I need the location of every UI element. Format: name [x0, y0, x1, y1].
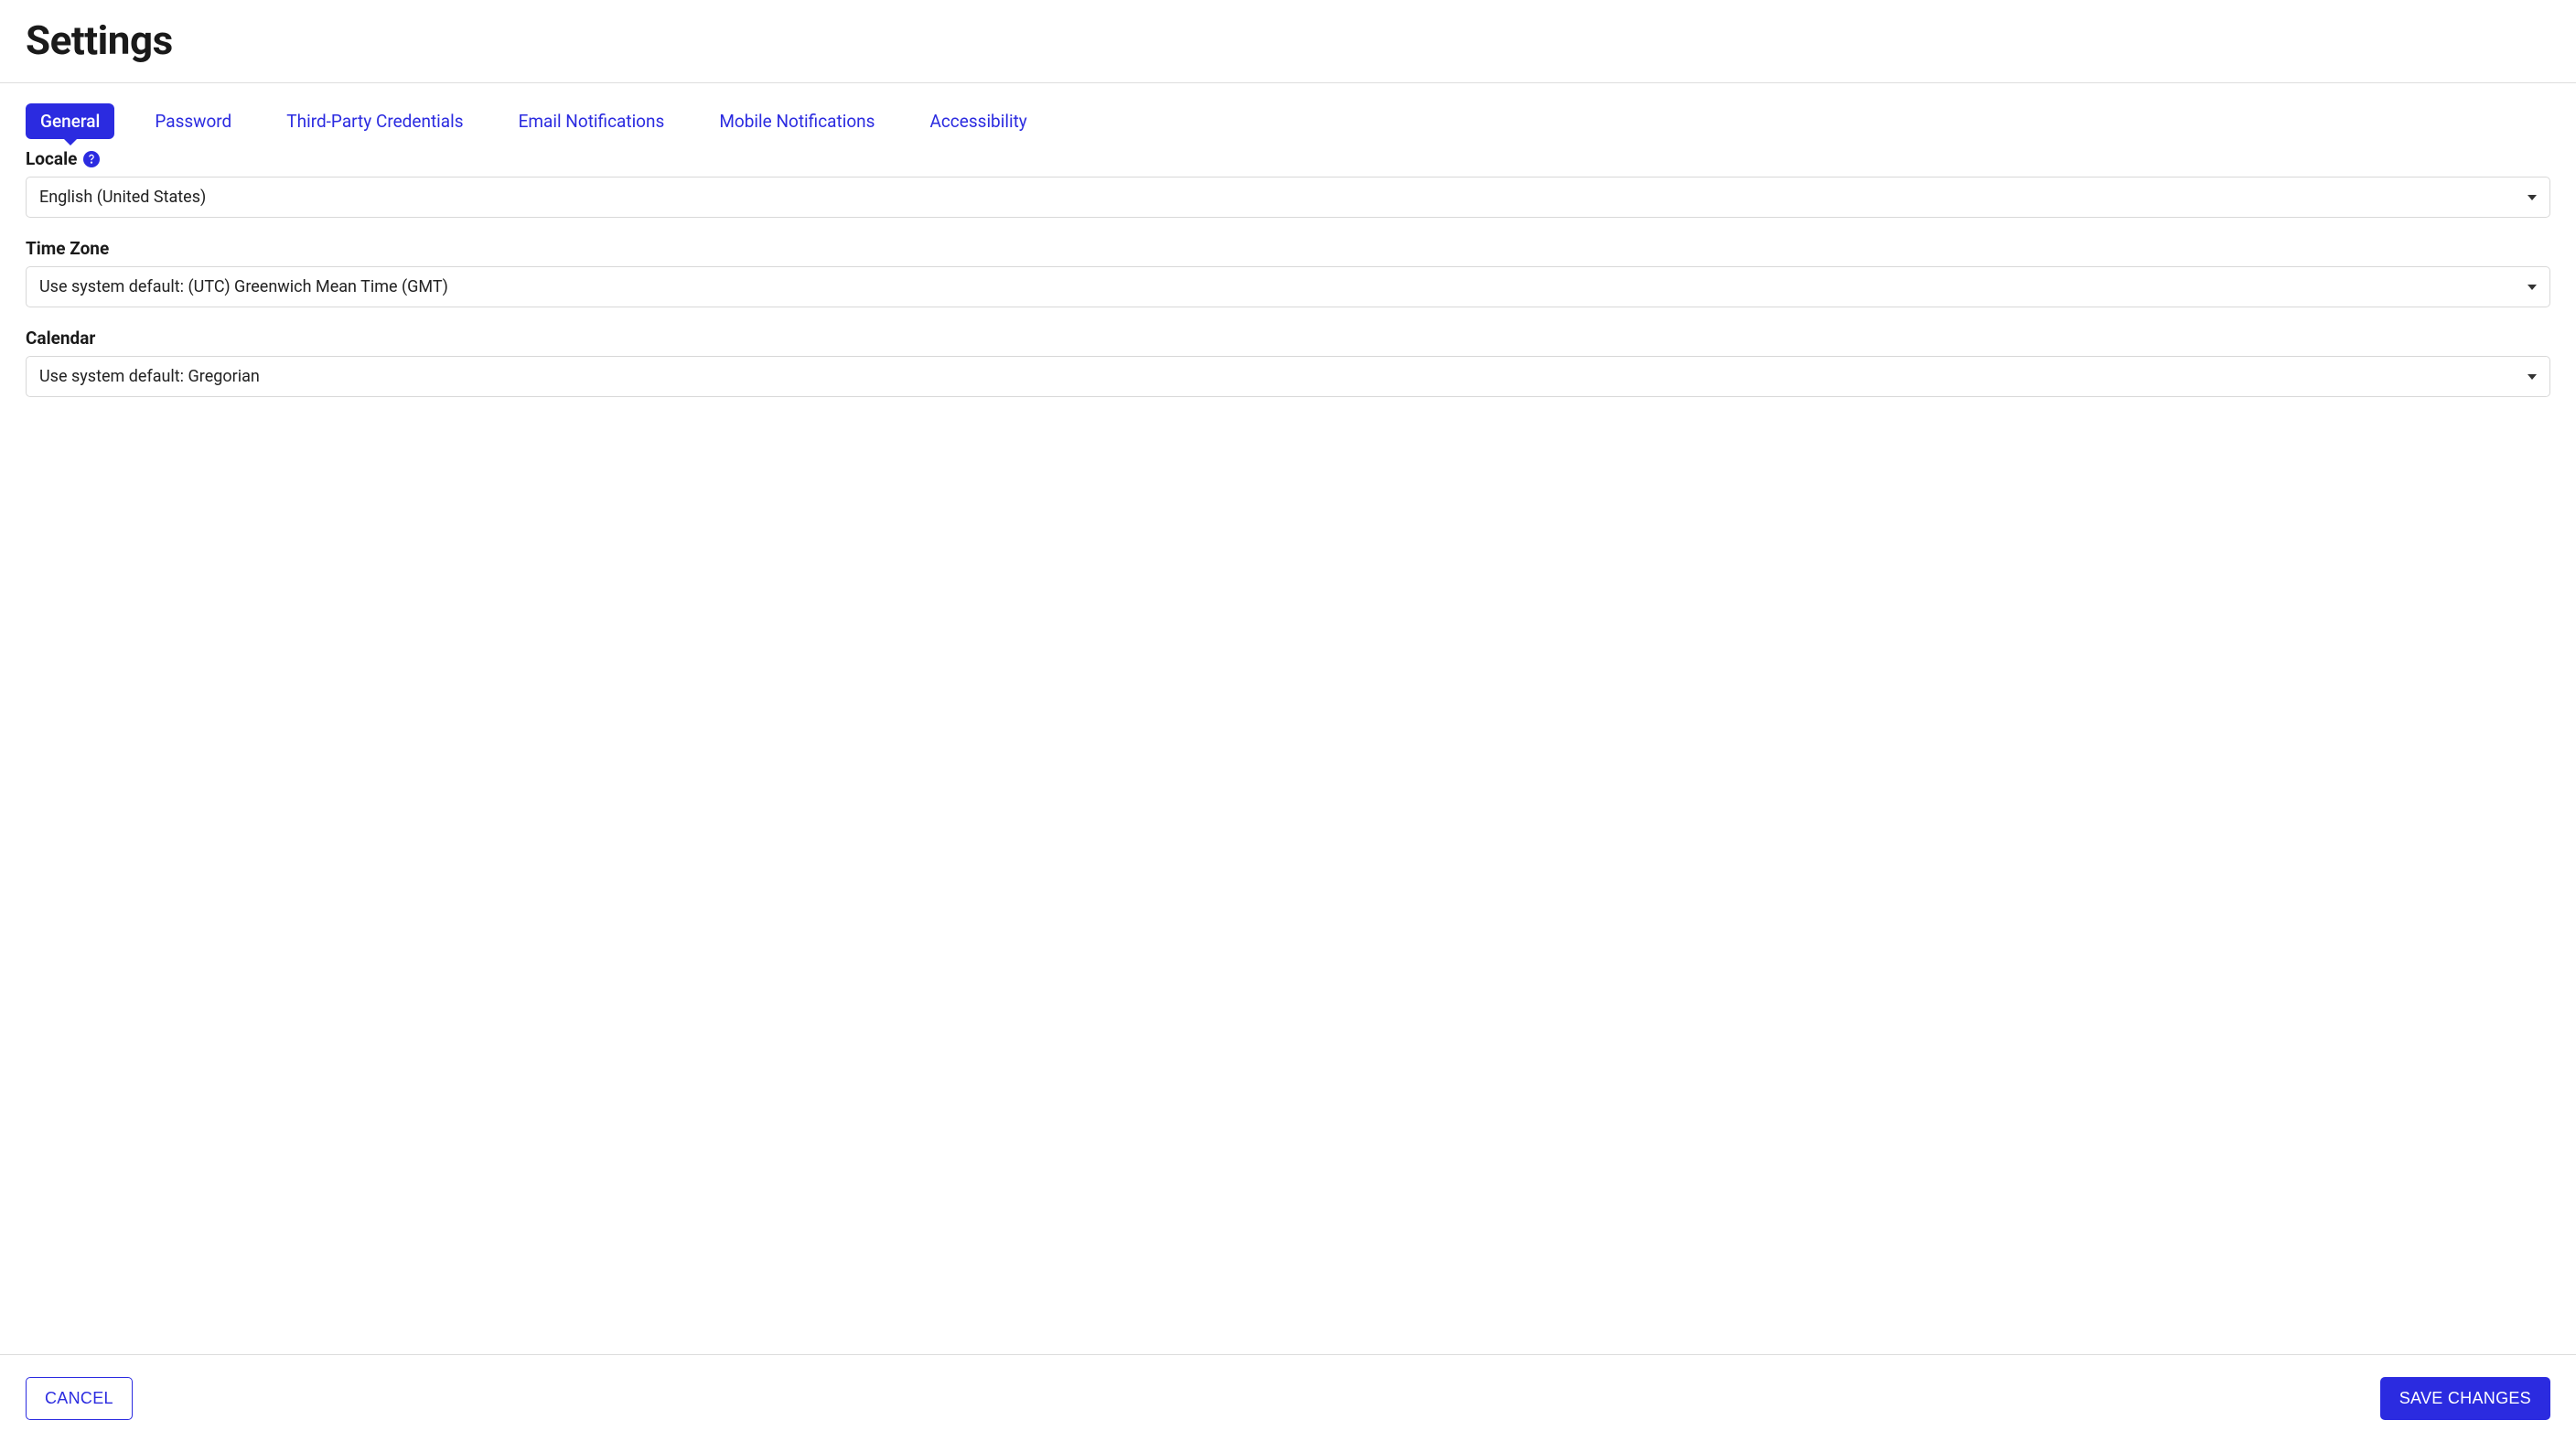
locale-label: Locale	[26, 148, 77, 169]
footer-actions: CANCEL SAVE CHANGES	[0, 1354, 2576, 1442]
timezone-group: Time Zone Use system default: (UTC) Gree…	[26, 238, 2550, 307]
locale-group: Locale English (United States)	[26, 148, 2550, 218]
save-changes-button[interactable]: SAVE CHANGES	[2380, 1377, 2550, 1420]
calendar-group: Calendar Use system default: Gregorian	[26, 328, 2550, 397]
timezone-select[interactable]: Use system default: (UTC) Greenwich Mean…	[26, 266, 2550, 307]
tab-label: Third-Party Credentials	[286, 111, 463, 132]
page-header: Settings	[0, 0, 2576, 83]
tab-label: Password	[155, 111, 231, 132]
content-area: General Password Third-Party Credentials…	[0, 83, 2576, 1354]
page-title: Settings	[26, 16, 2550, 64]
locale-label-row: Locale	[26, 148, 2550, 169]
tab-mobile-notifications[interactable]: Mobile Notifications	[704, 103, 889, 139]
calendar-value: Use system default: Gregorian	[39, 367, 260, 386]
caret-down-icon	[2528, 374, 2537, 380]
locale-value: English (United States)	[39, 188, 206, 207]
timezone-label-row: Time Zone	[26, 238, 2550, 259]
tab-third-party-credentials[interactable]: Third-Party Credentials	[272, 103, 478, 139]
caret-down-icon	[2528, 285, 2537, 290]
tab-label: Accessibility	[929, 111, 1026, 132]
timezone-value: Use system default: (UTC) Greenwich Mean…	[39, 277, 448, 296]
tab-email-notifications[interactable]: Email Notifications	[504, 103, 680, 139]
cancel-button[interactable]: CANCEL	[26, 1377, 133, 1420]
calendar-select[interactable]: Use system default: Gregorian	[26, 356, 2550, 397]
tab-general[interactable]: General	[26, 103, 114, 139]
tab-label: Email Notifications	[519, 111, 665, 132]
help-icon[interactable]	[82, 150, 101, 168]
tab-label: Mobile Notifications	[719, 111, 875, 132]
tabs-nav: General Password Third-Party Credentials…	[26, 103, 2550, 139]
calendar-label-row: Calendar	[26, 328, 2550, 349]
calendar-label: Calendar	[26, 328, 95, 349]
tab-accessibility[interactable]: Accessibility	[915, 103, 1041, 139]
caret-down-icon	[2528, 195, 2537, 200]
tab-password[interactable]: Password	[140, 103, 246, 139]
timezone-label: Time Zone	[26, 238, 109, 259]
locale-select[interactable]: English (United States)	[26, 177, 2550, 218]
tab-label: General	[40, 111, 100, 132]
